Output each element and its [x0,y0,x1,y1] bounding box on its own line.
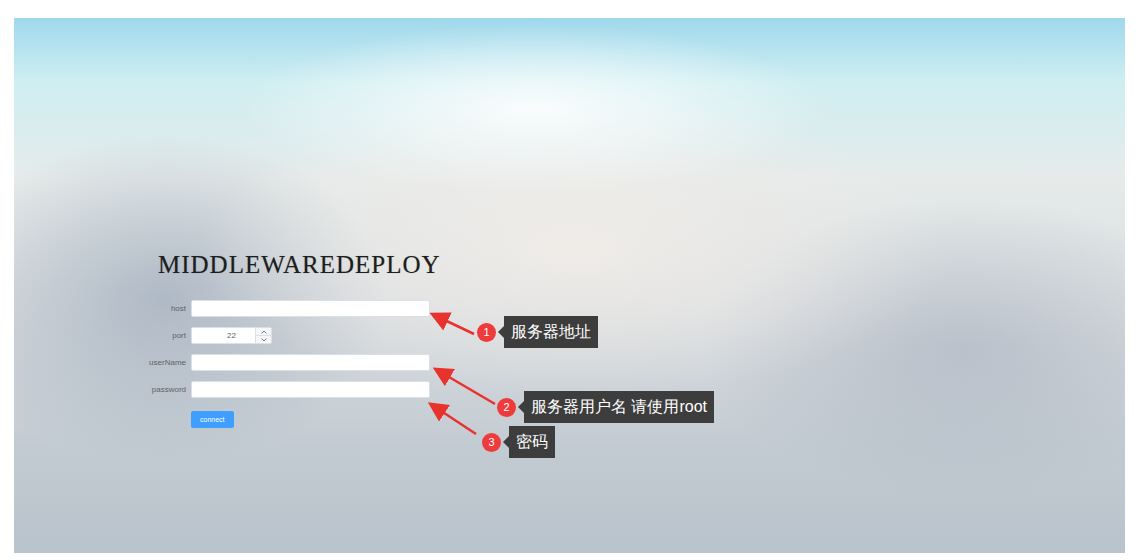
chevron-down-icon [261,338,267,342]
annotation-number: 1 [477,323,496,342]
form-row: userName [128,354,1125,371]
connect-button[interactable]: connect [191,411,234,428]
arrow-icon [434,315,474,334]
page: MIDDLEWAREDEPLOY host port userName password… [0,0,1140,560]
text-input[interactable] [191,300,430,317]
annotation: 3 密码 [482,426,555,458]
password-input[interactable] [191,381,430,398]
annotation-label: 密码 [509,426,555,458]
annotation-number: 3 [482,433,501,452]
login-screen: MIDDLEWAREDEPLOY host port userName password… [14,18,1125,553]
annotation: 2 服务器用户名 请使用root [497,391,714,423]
arrow-icon [437,370,495,404]
field-label: port [114,331,186,340]
port-field [191,327,272,344]
text-input[interactable] [191,354,430,371]
chevron-up-icon [261,330,267,334]
field-label: password [114,385,186,394]
annotation-number: 2 [497,398,516,417]
increase-button[interactable] [256,328,271,335]
form-row: port [128,327,1125,344]
spinner [255,328,271,343]
arrow-icon [432,405,476,434]
field-label: userName [114,358,186,367]
annotation-label: 服务器用户名 请使用root [524,391,714,423]
field-label: host [114,304,186,313]
annotation-arrows [14,18,1125,553]
form-row: host [128,300,1125,317]
app-title: MIDDLEWAREDEPLOY [158,250,1125,280]
annotation: 1 服务器地址 [477,316,598,348]
annotation-label: 服务器地址 [504,316,598,348]
decrease-button[interactable] [256,335,271,343]
